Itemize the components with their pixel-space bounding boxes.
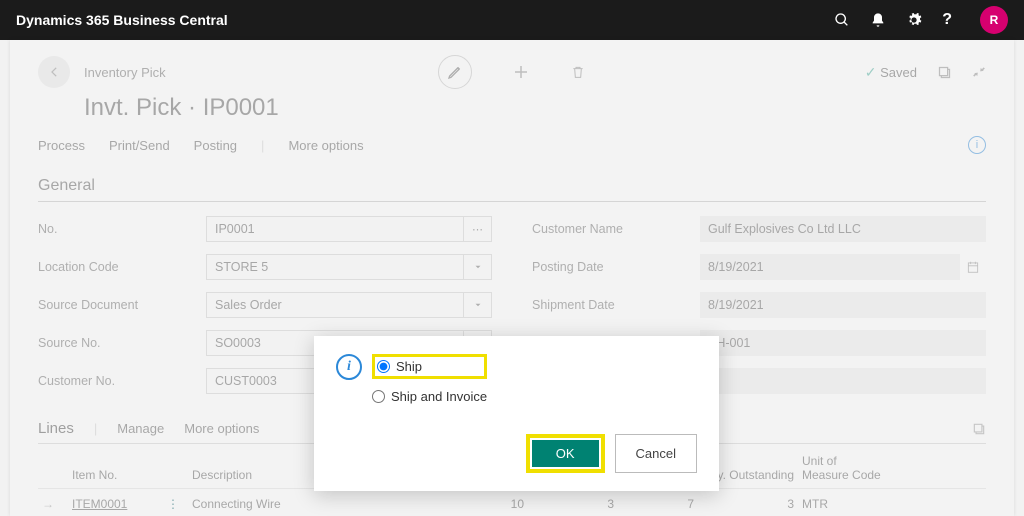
- option-ship-invoice[interactable]: Ship and Invoice: [372, 389, 487, 404]
- info-icon: i: [336, 354, 362, 380]
- bell-icon[interactable]: [870, 12, 886, 28]
- radio-ship-invoice[interactable]: [372, 390, 385, 403]
- ok-button[interactable]: OK: [532, 440, 599, 467]
- post-options: Ship Ship and Invoice: [372, 354, 487, 404]
- option-ship[interactable]: Ship: [377, 359, 422, 374]
- post-dialog: i Ship Ship and Invoice OK Cancel: [314, 336, 719, 491]
- ok-button-highlight: OK: [526, 434, 605, 473]
- app-title: Dynamics 365 Business Central: [16, 12, 834, 28]
- avatar[interactable]: R: [980, 6, 1008, 34]
- option-ship-highlight: Ship: [372, 354, 487, 379]
- dialog-actions: OK Cancel: [336, 434, 697, 473]
- radio-ship[interactable]: [377, 360, 390, 373]
- cancel-button[interactable]: Cancel: [615, 434, 697, 473]
- gear-icon[interactable]: [906, 12, 922, 28]
- help-icon[interactable]: ?: [942, 11, 952, 29]
- search-icon[interactable]: [834, 12, 850, 28]
- topbar-actions: ? R: [834, 6, 1008, 34]
- top-navbar: Dynamics 365 Business Central ? R: [0, 0, 1024, 40]
